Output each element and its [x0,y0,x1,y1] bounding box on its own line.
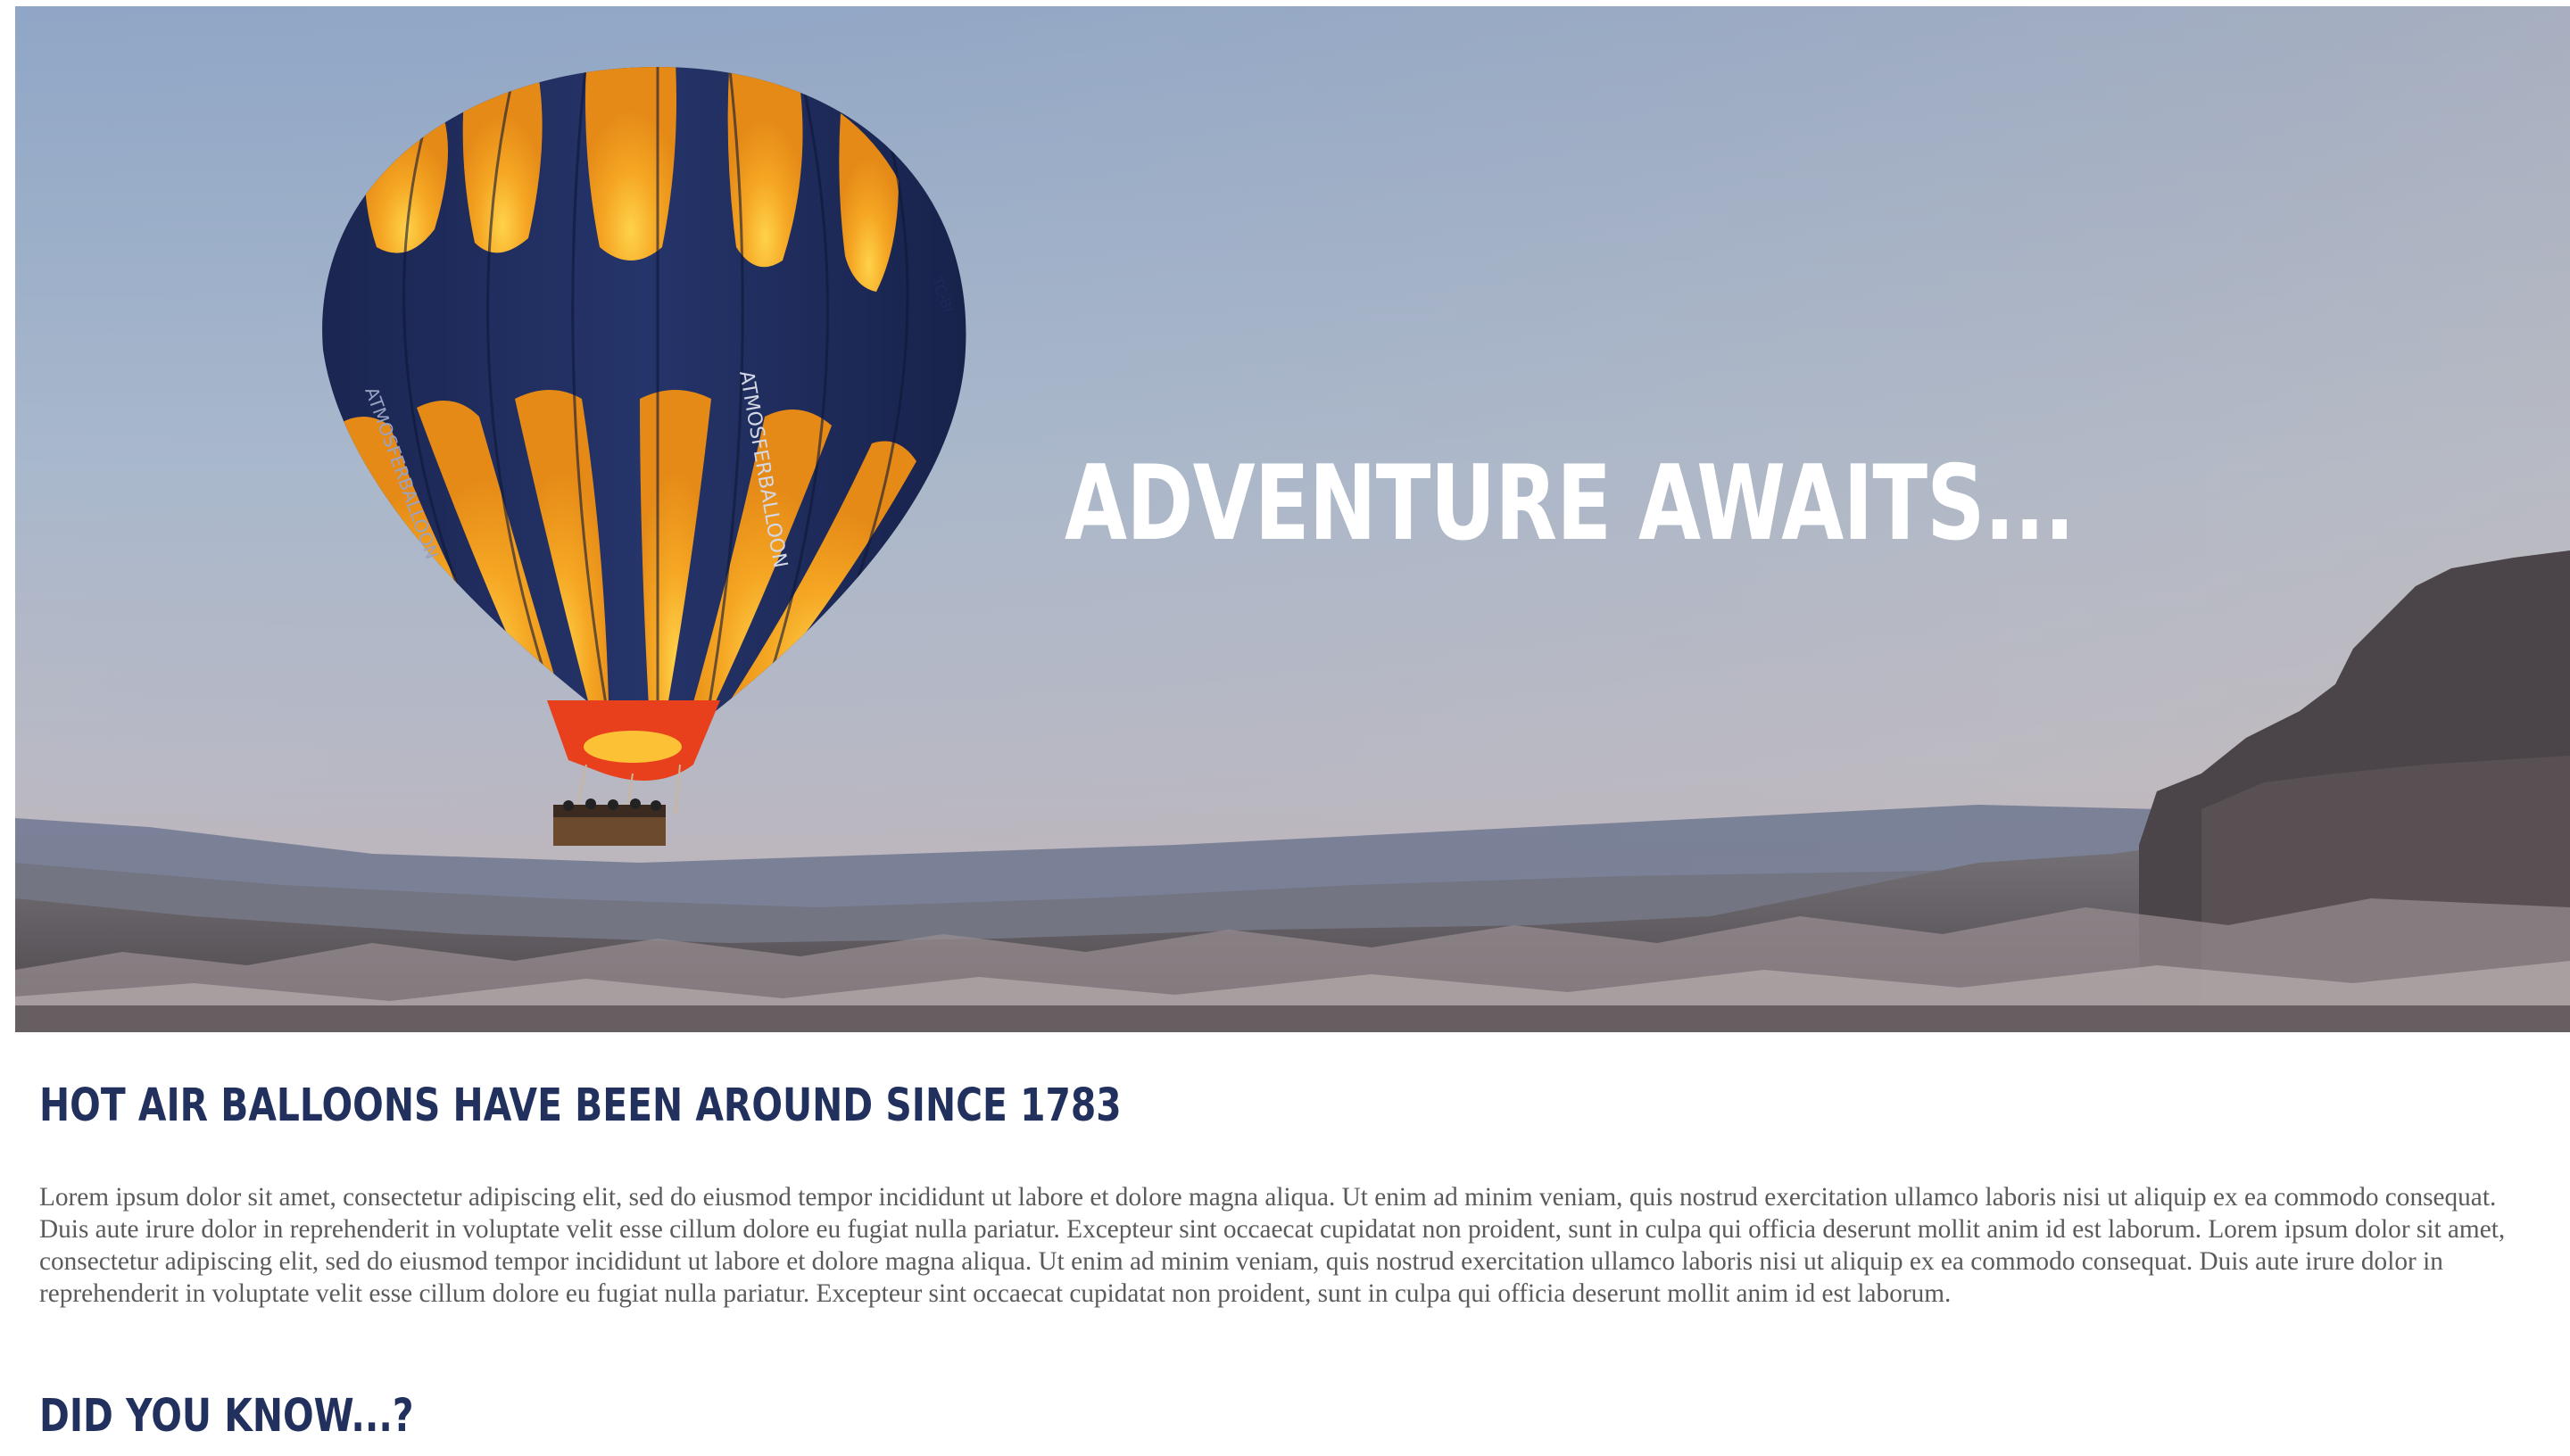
hero-banner: ATMOSFERBALLOON ATMOSFERBALLOON TC-BI AD… [15,6,2570,1032]
section-heading-did-you-know: DID YOU KNOW...? [39,1390,414,1443]
hero-title: ADVENTURE AWAITS... [1065,443,2075,564]
page: ATMOSFERBALLOON ATMOSFERBALLOON TC-BI AD… [0,0,2570,1456]
section-heading-history: HOT AIR BALLOONS HAVE BEEN AROUND SINCE … [39,1080,1122,1132]
body-paragraph: Lorem ipsum dolor sit amet, consectetur … [39,1183,2506,1308]
